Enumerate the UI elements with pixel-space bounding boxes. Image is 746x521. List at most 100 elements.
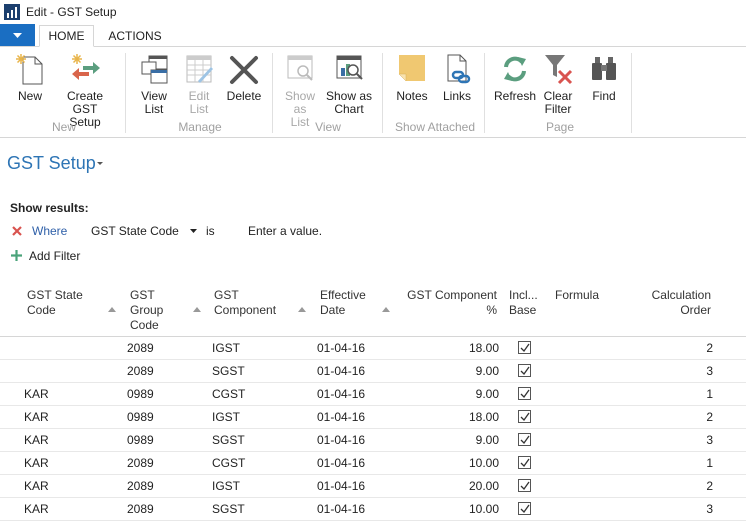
notes-button[interactable]: Notes — [394, 53, 430, 103]
cell-gst-component[interactable]: CGST — [212, 456, 245, 470]
tab-actions[interactable]: ACTIONS — [100, 25, 170, 47]
cell-gst-component[interactable]: SGST — [212, 364, 245, 378]
cell-effective-date[interactable]: 01-04-16 — [317, 456, 365, 470]
sort-arrow-icon[interactable] — [298, 307, 306, 312]
incl-base-checkbox[interactable] — [518, 479, 531, 492]
cell-gst-component-pct[interactable]: 20.00 — [400, 479, 499, 493]
cell-gst-component-pct[interactable]: 10.00 — [400, 456, 499, 470]
table-row[interactable]: 2089 SGST 01-04-16 9.00 3 — [0, 360, 746, 383]
cell-gst-group-code[interactable]: 2089 — [127, 502, 154, 516]
cell-calculation-order[interactable]: 1 — [620, 456, 713, 470]
header-calculation-order[interactable]: Calculation Order — [630, 288, 711, 318]
cell-calculation-order[interactable]: 3 — [620, 364, 713, 378]
cell-gst-group-code[interactable]: 2089 — [127, 456, 154, 470]
header-text: Incl... — [509, 288, 538, 302]
table-row[interactable]: KAR 2089 SGST 01-04-16 10.00 3 — [0, 498, 746, 521]
file-menu-button[interactable] — [0, 24, 35, 46]
cell-effective-date[interactable]: 01-04-16 — [317, 502, 365, 516]
find-button[interactable]: Find — [588, 53, 620, 103]
cell-effective-date[interactable]: 01-04-16 — [317, 433, 365, 447]
incl-base-checkbox[interactable] — [518, 410, 531, 423]
cell-gst-component-pct[interactable]: 9.00 — [400, 364, 499, 378]
links-button[interactable]: Links — [440, 53, 474, 103]
table-row[interactable]: KAR 0989 IGST 01-04-16 18.00 2 — [0, 406, 746, 429]
incl-base-checkbox[interactable] — [518, 387, 531, 400]
create-gst-setup-button[interactable]: Create GST Setup — [53, 53, 117, 129]
cell-calculation-order[interactable]: 2 — [620, 479, 713, 493]
show-as-list-button[interactable]: Show as List — [283, 53, 317, 129]
incl-base-checkbox[interactable] — [518, 364, 531, 377]
header-gst-component-pct[interactable]: GST Component % — [400, 288, 497, 318]
header-text: Base — [509, 303, 537, 317]
header-gst-state-code[interactable]: GST State Code — [27, 288, 83, 318]
edit-list-button[interactable]: Edit List — [182, 53, 216, 116]
cell-gst-group-code[interactable]: 0989 — [127, 410, 154, 424]
header-text: Component — [214, 303, 277, 317]
cell-gst-component-pct[interactable]: 18.00 — [400, 410, 499, 424]
cell-gst-state-code[interactable]: KAR — [24, 433, 49, 447]
show-as-chart-button[interactable]: Show as Chart — [325, 53, 373, 116]
remove-filter-icon[interactable] — [12, 226, 22, 236]
ribbon-separator — [631, 53, 632, 133]
cell-effective-date[interactable]: 01-04-16 — [317, 410, 365, 424]
view-list-button[interactable]: View List — [137, 53, 171, 116]
page-title-dropdown-icon[interactable] — [97, 162, 103, 165]
cell-calculation-order[interactable]: 2 — [620, 410, 713, 424]
cell-gst-state-code[interactable]: KAR — [24, 502, 49, 516]
table-row[interactable]: 2089 IGST 01-04-16 18.00 2 — [0, 337, 746, 360]
cell-effective-date[interactable]: 01-04-16 — [317, 387, 365, 401]
filter-value-input[interactable]: Enter a value. — [248, 224, 322, 238]
cell-gst-component-pct[interactable]: 9.00 — [400, 433, 499, 447]
new-button[interactable]: New — [12, 53, 48, 103]
cell-gst-component[interactable]: IGST — [212, 479, 240, 493]
cell-gst-component-pct[interactable]: 18.00 — [400, 341, 499, 355]
cell-gst-component[interactable]: SGST — [212, 502, 245, 516]
cell-gst-group-code[interactable]: 2089 — [127, 341, 154, 355]
delete-button[interactable]: Delete — [224, 53, 264, 103]
incl-base-checkbox[interactable] — [518, 341, 531, 354]
cell-effective-date[interactable]: 01-04-16 — [317, 364, 365, 378]
cell-effective-date[interactable]: 01-04-16 — [317, 341, 365, 355]
filter-field-select[interactable]: GST State Code — [91, 224, 179, 238]
filter-field-caret-icon[interactable] — [190, 229, 197, 233]
cell-gst-component-pct[interactable]: 10.00 — [400, 502, 499, 516]
cell-effective-date[interactable]: 01-04-16 — [317, 479, 365, 493]
header-effective-date[interactable]: Effective Date — [320, 288, 366, 318]
cell-gst-state-code[interactable]: KAR — [24, 410, 49, 424]
cell-gst-component[interactable]: IGST — [212, 410, 240, 424]
tab-home[interactable]: HOME — [39, 25, 94, 47]
header-gst-group-code[interactable]: GST Group Code — [130, 288, 163, 333]
cell-gst-group-code[interactable]: 0989 — [127, 387, 154, 401]
sort-arrow-icon[interactable] — [193, 307, 201, 312]
incl-base-checkbox[interactable] — [518, 456, 531, 469]
sort-arrow-icon[interactable] — [382, 307, 390, 312]
cell-gst-state-code[interactable]: KAR — [24, 479, 49, 493]
table-row[interactable]: KAR 2089 IGST 01-04-16 20.00 2 — [0, 475, 746, 498]
table-row[interactable]: KAR 0989 SGST 01-04-16 9.00 3 — [0, 429, 746, 452]
ribbon-separator — [382, 53, 383, 133]
cell-gst-group-code[interactable]: 0989 — [127, 433, 154, 447]
cell-gst-component[interactable]: SGST — [212, 433, 245, 447]
table-row[interactable]: KAR 0989 CGST 01-04-16 9.00 1 — [0, 383, 746, 406]
table-row[interactable]: KAR 2089 CGST 01-04-16 10.00 1 — [0, 452, 746, 475]
incl-base-checkbox[interactable] — [518, 502, 531, 515]
cell-gst-component[interactable]: CGST — [212, 387, 245, 401]
header-formula[interactable]: Formula — [555, 288, 599, 303]
cell-gst-state-code[interactable]: KAR — [24, 387, 49, 401]
sort-arrow-icon[interactable] — [108, 307, 116, 312]
where-link[interactable]: Where — [32, 224, 67, 238]
incl-base-checkbox[interactable] — [518, 433, 531, 446]
refresh-button[interactable]: Refresh — [494, 53, 536, 103]
header-gst-component[interactable]: GST Component — [214, 288, 276, 318]
cell-calculation-order[interactable]: 3 — [620, 502, 713, 516]
cell-calculation-order[interactable]: 3 — [620, 433, 713, 447]
cell-gst-state-code[interactable]: KAR — [24, 456, 49, 470]
cell-gst-group-code[interactable]: 2089 — [127, 364, 154, 378]
cell-gst-group-code[interactable]: 2089 — [127, 479, 154, 493]
cell-calculation-order[interactable]: 2 — [620, 341, 713, 355]
cell-gst-component[interactable]: IGST — [212, 341, 240, 355]
clear-filter-button[interactable]: Clear Filter — [541, 53, 575, 116]
cell-calculation-order[interactable]: 1 — [620, 387, 713, 401]
cell-gst-component-pct[interactable]: 9.00 — [400, 387, 499, 401]
header-incl-base[interactable]: Incl... Base — [509, 288, 538, 318]
